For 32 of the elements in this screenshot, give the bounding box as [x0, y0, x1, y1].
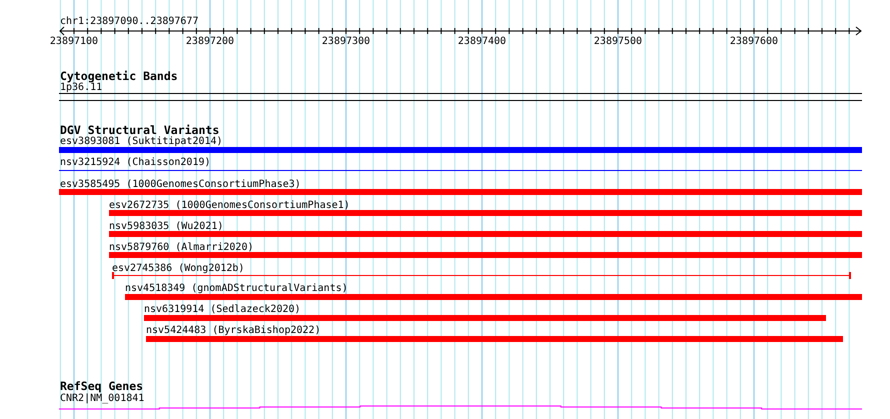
- feature-label: nsv4518349 (gnomADStructuralVariants): [125, 283, 348, 294]
- variant-bar[interactable]: [59, 147, 862, 153]
- feature-label: nsv3215924 (Chaisson2019): [60, 157, 211, 168]
- variant-bar[interactable]: [125, 294, 862, 300]
- variant-bar[interactable]: [109, 252, 862, 258]
- variant-bar[interactable]: [146, 336, 843, 342]
- ruler-tick-label: 23897100: [50, 36, 98, 47]
- feature-label: nsv5983035 (Wu2021): [109, 221, 224, 232]
- ruler-tick-label: 23897300: [322, 36, 370, 47]
- feature-label: esv3585495 (1000GenomesConsortiumPhase3): [60, 179, 301, 190]
- track-title: RefSeq Genes: [60, 379, 144, 393]
- feature-label: CNR2|NM_001841: [60, 393, 144, 404]
- feature-label: nsv5879760 (Almarri2020): [109, 242, 254, 253]
- track-title: Cytogenetic Bands: [60, 69, 178, 83]
- location-text: chr1:23897090..23897677: [60, 16, 198, 27]
- feature-label: nsv5424483 (ByrskaBishop2022): [146, 325, 321, 336]
- feature-label: esv2672735 (1000GenomesConsortiumPhase1): [109, 200, 350, 211]
- ruler-tick-label: 23897600: [730, 36, 778, 47]
- variant-bar[interactable]: [59, 189, 862, 195]
- variant-line[interactable]: [112, 272, 851, 279]
- variant-bar[interactable]: [109, 210, 862, 216]
- feature-label: 1p36.11: [60, 82, 102, 93]
- ruler-tick-label: 23897400: [458, 36, 506, 47]
- gene-line[interactable]: [58, 406, 862, 410]
- track-title: DGV Structural Variants: [60, 123, 220, 137]
- ruler-tick-label: 23897500: [594, 36, 642, 47]
- variant-bar[interactable]: [109, 231, 862, 237]
- feature-label: esv3893081 (Suktitipat2014): [60, 136, 223, 147]
- ruler-tick-label: 23897200: [186, 36, 234, 47]
- feature-label: esv2745386 (Wong2012b): [112, 263, 244, 274]
- feature-label: nsv6319914 (Sedlazeck2020): [144, 304, 301, 315]
- variant-bar[interactable]: [144, 315, 826, 321]
